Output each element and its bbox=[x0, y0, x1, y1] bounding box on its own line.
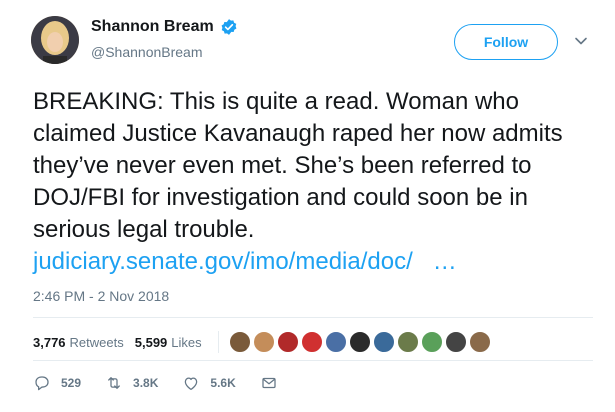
link-ellipsis[interactable]: … bbox=[433, 248, 457, 275]
follow-button[interactable]: Follow bbox=[454, 24, 558, 60]
liker-avatar[interactable] bbox=[444, 331, 467, 353]
tweet-actions: 529 3.8K 5.6K bbox=[33, 374, 312, 392]
envelope-icon bbox=[262, 377, 276, 389]
liker-avatar[interactable] bbox=[276, 331, 299, 353]
likes-stat[interactable]: 5,599 Likes bbox=[135, 335, 202, 350]
tweet-timestamp[interactable]: 2:46 PM - 2 Nov 2018 bbox=[33, 288, 169, 304]
liker-avatar[interactable] bbox=[372, 331, 395, 353]
liker-avatar[interactable] bbox=[396, 331, 419, 353]
tweet-link[interactable]: judiciary.senate.gov/imo/media/doc/ bbox=[33, 248, 413, 275]
author-name-row: Shannon Bream bbox=[91, 18, 238, 36]
liker-avatar[interactable] bbox=[324, 331, 347, 353]
liker-avatars bbox=[228, 331, 491, 353]
divider bbox=[33, 317, 593, 318]
retweets-stat[interactable]: 3,776 Retweets bbox=[33, 335, 124, 350]
retweets-count: 3,776 bbox=[33, 334, 66, 350]
reply-count: 529 bbox=[61, 376, 82, 390]
direct-message-button[interactable] bbox=[260, 374, 288, 392]
retweet-count: 3.8K bbox=[133, 376, 159, 390]
liker-avatar[interactable] bbox=[348, 331, 371, 353]
reply-button[interactable]: 529 bbox=[33, 374, 81, 392]
stats-separator bbox=[217, 331, 219, 353]
liker-avatar[interactable] bbox=[252, 331, 275, 353]
tweet-text: BREAKING: This is quite a read. Woman wh… bbox=[33, 86, 593, 278]
like-button[interactable]: 5.6K bbox=[182, 374, 236, 392]
reply-icon bbox=[35, 376, 49, 391]
author-name[interactable]: Shannon Bream bbox=[91, 18, 214, 36]
retweet-button[interactable]: 3.8K bbox=[105, 374, 158, 392]
retweets-label: Retweets bbox=[69, 334, 124, 350]
engagement-stats: 3,776 Retweets 5,599 Likes bbox=[33, 331, 491, 353]
avatar-portrait-icon bbox=[31, 16, 79, 64]
tweet-body: BREAKING: This is quite a read. Woman wh… bbox=[33, 88, 563, 243]
liker-avatar[interactable] bbox=[228, 331, 251, 353]
like-count: 5.6K bbox=[210, 376, 236, 390]
likes-count: 5,599 bbox=[134, 334, 168, 350]
author-handle[interactable]: @ShannonBream bbox=[91, 44, 203, 60]
liker-avatar[interactable] bbox=[300, 331, 323, 353]
heart-icon bbox=[185, 377, 198, 391]
liker-avatar[interactable] bbox=[468, 331, 491, 353]
likes-label: Likes bbox=[171, 334, 202, 350]
liker-avatar[interactable] bbox=[420, 331, 443, 353]
verified-badge-icon bbox=[221, 19, 237, 35]
author-avatar[interactable] bbox=[31, 16, 79, 64]
divider bbox=[33, 360, 593, 361]
retweet-icon bbox=[108, 377, 120, 389]
chevron-down-icon[interactable] bbox=[574, 34, 588, 48]
